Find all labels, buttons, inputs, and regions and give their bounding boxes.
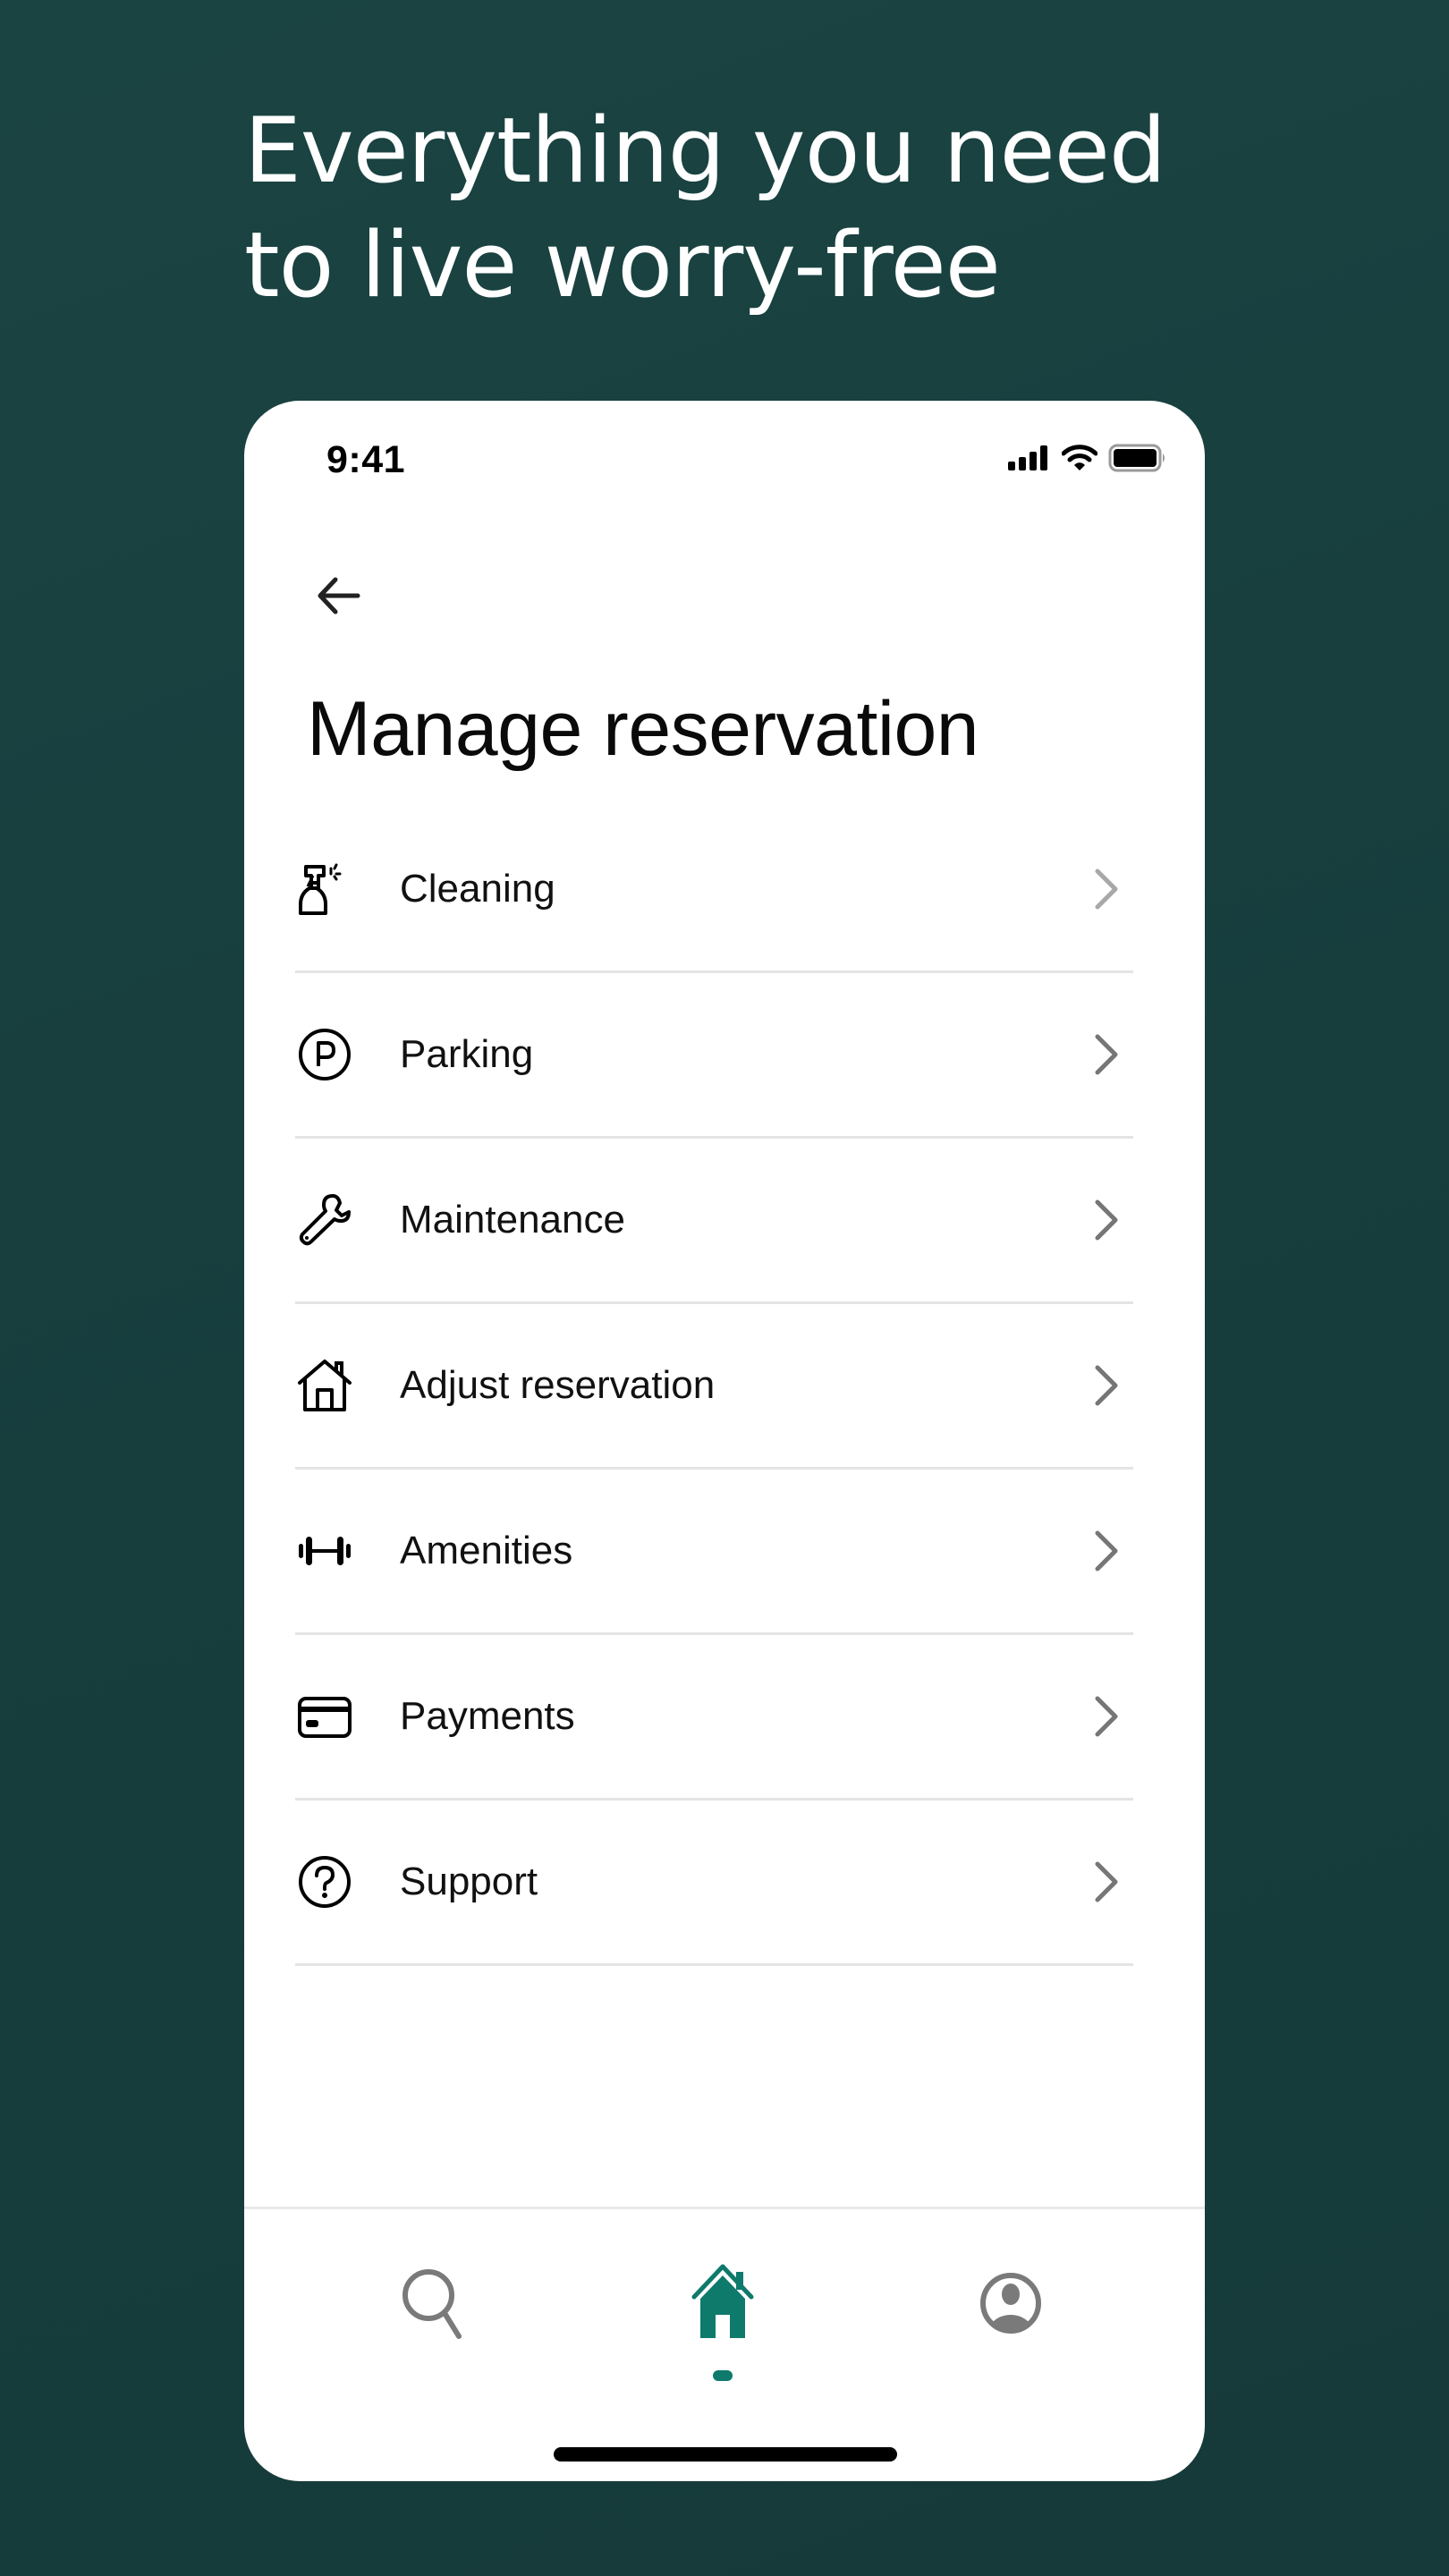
menu-item-label: Cleaning xyxy=(400,867,555,911)
search-icon xyxy=(402,2269,462,2339)
arrow-left-icon xyxy=(318,577,360,614)
cellular-signal-icon xyxy=(1008,445,1047,470)
nav-active-indicator xyxy=(713,2370,733,2381)
status-icons xyxy=(1008,444,1167,472)
menu-item-maintenance[interactable]: Maintenance xyxy=(295,1139,1133,1304)
reservation-menu: Cleaning Parking Maintenance Adjust rese… xyxy=(295,808,1133,1966)
menu-item-label: Support xyxy=(400,1860,538,1903)
question-circle-icon xyxy=(299,1856,351,1908)
menu-item-amenities[interactable]: Amenities xyxy=(295,1470,1133,1635)
page-title: Manage reservation xyxy=(307,686,979,772)
nav-home-button[interactable] xyxy=(682,2263,763,2343)
chevron-right-icon xyxy=(1095,869,1118,910)
menu-item-label: Adjust reservation xyxy=(400,1363,716,1407)
chevron-right-icon xyxy=(1095,1199,1118,1241)
house-icon xyxy=(298,1360,352,1411)
menu-item-adjust-reservation[interactable]: Adjust reservation xyxy=(295,1304,1133,1470)
menu-item-label: Payments xyxy=(400,1694,575,1738)
parking-icon xyxy=(299,1029,351,1080)
credit-card-icon xyxy=(298,1697,352,1738)
spray-bottle-icon xyxy=(299,863,342,915)
menu-item-support[interactable]: Support xyxy=(295,1801,1133,1966)
battery-icon xyxy=(1108,444,1165,472)
profile-icon xyxy=(980,2273,1041,2334)
dumbbell-icon xyxy=(299,1537,351,1565)
menu-item-payments[interactable]: Payments xyxy=(295,1635,1133,1801)
status-time: 9:41 xyxy=(326,438,406,481)
phone-screen: 9:41 Manage reservation Cleaning Parking… xyxy=(244,401,1205,2481)
home-icon xyxy=(691,2264,754,2338)
menu-item-cleaning[interactable]: Cleaning xyxy=(295,808,1133,973)
home-indicator-bar[interactable] xyxy=(554,2447,897,2462)
chevron-right-icon xyxy=(1095,1365,1118,1406)
promo-headline-line-2: to live worry-free xyxy=(244,212,1001,318)
menu-item-label: Amenities xyxy=(400,1529,573,1572)
back-button[interactable] xyxy=(311,569,365,623)
chevron-right-icon xyxy=(1095,1861,1118,1902)
chevron-right-icon xyxy=(1095,1034,1118,1075)
menu-item-label: Maintenance xyxy=(400,1198,625,1241)
promo-headline: Everything you need to live worry-free xyxy=(244,93,1166,322)
wifi-icon xyxy=(1062,445,1097,470)
chevron-right-icon xyxy=(1095,1696,1118,1737)
bottom-nav xyxy=(244,2207,1205,2481)
menu-item-label: Parking xyxy=(400,1032,534,1076)
nav-profile-button[interactable] xyxy=(970,2263,1051,2343)
nav-search-button[interactable] xyxy=(396,2263,477,2343)
promo-headline-line-1: Everything you need xyxy=(244,97,1166,203)
chevron-right-icon xyxy=(1095,1530,1118,1572)
menu-item-parking[interactable]: Parking xyxy=(295,973,1133,1139)
wrench-icon xyxy=(299,1194,351,1246)
